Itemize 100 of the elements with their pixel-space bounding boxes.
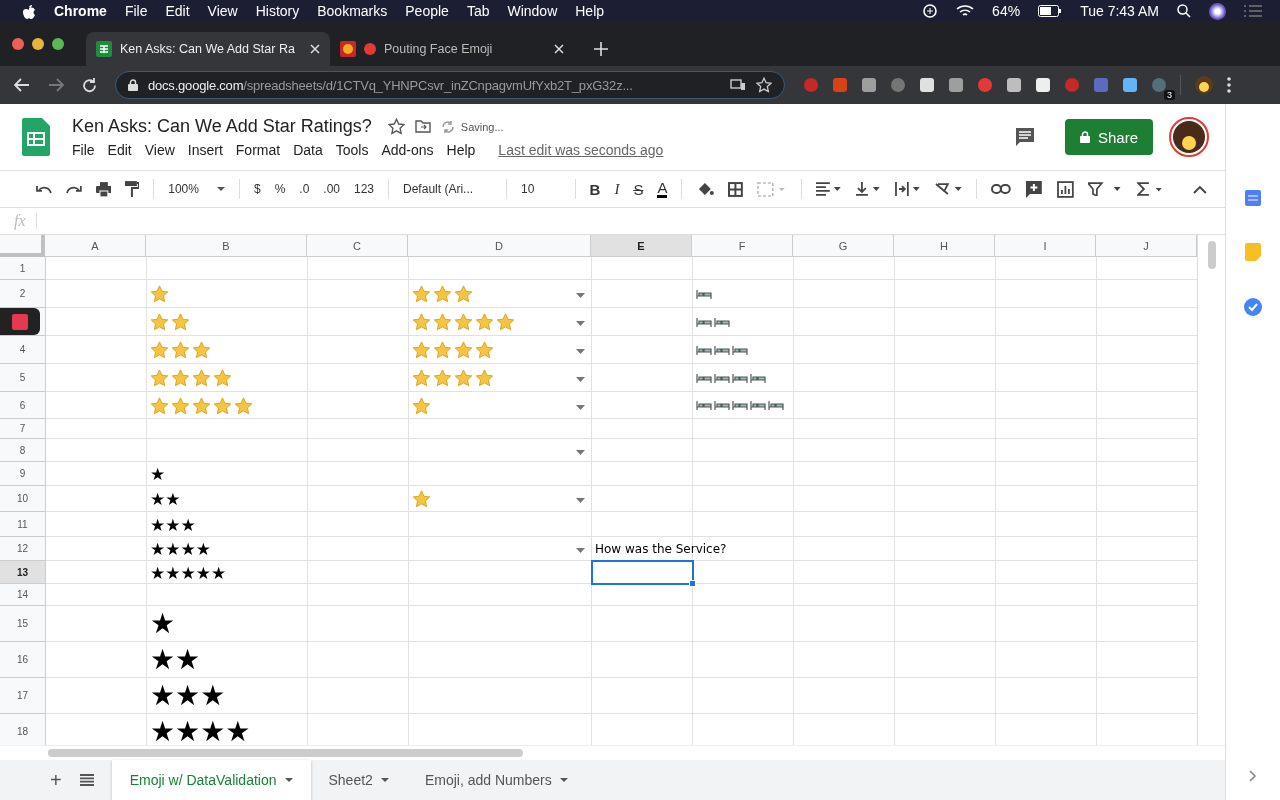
fill-color-icon[interactable]	[696, 181, 715, 197]
apple-logo-icon[interactable]	[22, 3, 36, 19]
sheet-tab[interactable]: Emoji w/ DataValidation	[111, 760, 311, 800]
column-header[interactable]: J	[1096, 235, 1197, 257]
chart-icon[interactable]	[1057, 180, 1074, 198]
bold-button[interactable]: B	[589, 180, 601, 198]
sheet-tab[interactable]: Sheet2	[310, 760, 407, 800]
row-header[interactable]: 8	[0, 439, 46, 462]
menu-item[interactable]: Data	[293, 142, 323, 158]
user-avatar[interactable]	[1209, 2, 1226, 20]
menu-item[interactable]: Help	[446, 142, 476, 158]
scrollbar-thumb[interactable]	[48, 749, 523, 757]
profile-avatar[interactable]	[1194, 75, 1214, 95]
row-header[interactable]: 11	[0, 512, 46, 537]
menu-item[interactable]: Format	[235, 142, 281, 158]
row-header[interactable]: 18	[0, 714, 46, 745]
dropdown-arrow-icon[interactable]	[576, 377, 585, 382]
menu-item[interactable]: Tab	[466, 3, 490, 19]
add-sheet-button[interactable]: +	[50, 768, 62, 792]
caret-icon[interactable]	[559, 778, 568, 782]
devices-icon[interactable]	[730, 79, 746, 91]
list-icon[interactable]	[1244, 5, 1262, 17]
browser-tab[interactable]: Pouting Face Emoji	[330, 32, 574, 66]
row-header[interactable]: 5	[0, 364, 46, 392]
undo-icon[interactable]	[36, 184, 52, 194]
extension-icon[interactable]	[919, 77, 935, 93]
close-tab-icon[interactable]	[310, 44, 320, 54]
dropdown-arrow-icon[interactable]	[576, 404, 585, 410]
text-color-button[interactable]: A	[657, 180, 668, 198]
percent-format-button[interactable]: %	[274, 182, 286, 196]
caret-icon[interactable]	[380, 778, 389, 782]
account-avatar[interactable]	[1169, 117, 1209, 157]
forward-icon[interactable]	[48, 78, 64, 92]
extension-icon[interactable]	[861, 77, 877, 93]
row-header[interactable]: 10	[0, 486, 46, 512]
menu-item[interactable]: Edit	[107, 142, 132, 158]
column-header[interactable]: B	[146, 235, 307, 257]
tasks-icon[interactable]	[1244, 298, 1262, 316]
bookmark-star-icon[interactable]	[756, 77, 772, 93]
extension-icon[interactable]	[948, 77, 964, 93]
paint-format-icon[interactable]	[125, 181, 140, 197]
clock[interactable]: Tue 7:43 AM	[1080, 3, 1159, 19]
strikethrough-button[interactable]: S	[633, 180, 644, 198]
increase-decimals-button[interactable]: .00	[323, 182, 340, 196]
app-icon[interactable]	[922, 3, 939, 19]
search-icon[interactable]	[1177, 4, 1191, 18]
comment-icon[interactable]	[1015, 127, 1035, 147]
menu-item[interactable]: History	[255, 3, 300, 19]
row-header[interactable]: 1	[0, 257, 46, 280]
borders-icon[interactable]	[728, 181, 743, 197]
last-edit-link[interactable]: Last edit was seconds ago	[498, 142, 664, 158]
row-header[interactable]: 12	[0, 537, 46, 561]
share-button[interactable]: Share	[1065, 119, 1153, 155]
caret-icon[interactable]	[216, 187, 225, 191]
column-header[interactable]: I	[995, 235, 1096, 257]
menu-item[interactable]: Help	[575, 3, 605, 19]
dropdown-arrow-icon[interactable]	[576, 321, 585, 326]
dropdown-arrow-icon[interactable]	[576, 498, 585, 503]
menu-item[interactable]: Tools	[335, 142, 369, 158]
font-dropdown[interactable]: Default (Ari...	[403, 182, 492, 196]
record-button[interactable]	[0, 308, 46, 336]
text-wrap-icon[interactable]	[895, 182, 921, 196]
row-header[interactable]: 15	[0, 606, 46, 642]
row-header[interactable]: 6	[0, 392, 46, 419]
decrease-decimals-button[interactable]: .0	[299, 182, 310, 196]
all-sheets-icon[interactable]	[79, 774, 94, 786]
add-comment-icon[interactable]	[1025, 180, 1043, 198]
menu-item[interactable]: Edit	[165, 3, 190, 19]
text-rotation-icon[interactable]	[934, 182, 963, 196]
collapse-icon[interactable]	[1193, 184, 1207, 194]
print-icon[interactable]	[95, 181, 112, 197]
row-header[interactable]: 2	[0, 280, 46, 308]
column-header[interactable]: C	[307, 235, 408, 257]
maximize-window-button[interactable]	[52, 38, 64, 50]
number-format-dropdown[interactable]: 123	[354, 182, 375, 196]
column-header[interactable]: D	[408, 235, 591, 257]
more-icon[interactable]	[1227, 77, 1231, 93]
currency-format-button[interactable]: $	[253, 182, 261, 196]
menu-item[interactable]: Window	[507, 3, 558, 19]
column-header[interactable]: A	[45, 235, 146, 257]
address-field[interactable]: docs.google.com/spreadsheets/d/1CTVq_YHNPCsvr_inZCnpagvmUfYxb2T_pxG32z...	[115, 71, 785, 99]
expand-panel-icon[interactable]	[1249, 770, 1257, 782]
menu-item[interactable]: Insert	[187, 142, 223, 158]
row-header[interactable]: 14	[0, 584, 46, 606]
menu-item[interactable]: People	[405, 3, 449, 19]
scrollbar-thumb[interactable]	[1208, 241, 1216, 269]
wifi-icon[interactable]	[956, 4, 975, 18]
battery-icon[interactable]	[1038, 5, 1063, 17]
extension-icon[interactable]	[1006, 77, 1022, 93]
row-header[interactable]: 7	[0, 419, 46, 439]
vertical-align-icon[interactable]	[855, 182, 882, 196]
star-outline-icon[interactable]	[387, 118, 405, 135]
back-icon[interactable]	[14, 78, 30, 92]
menu-item[interactable]: Add-ons	[381, 142, 434, 158]
close-tab-icon[interactable]	[554, 44, 564, 54]
link-icon[interactable]	[991, 184, 1012, 194]
row-header[interactable]: 4	[0, 336, 46, 364]
sheets-logo-icon[interactable]	[22, 118, 50, 156]
zoom-dropdown[interactable]: 100%	[168, 182, 225, 196]
menu-item[interactable]: Bookmarks	[317, 3, 388, 19]
